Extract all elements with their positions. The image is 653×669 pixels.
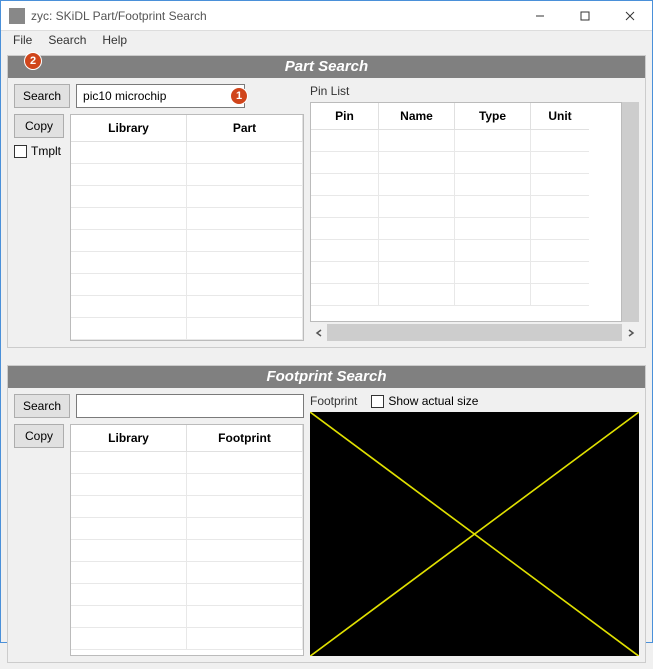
pin-col-unit[interactable]: Unit — [531, 103, 589, 130]
footprint-search-panel: Footprint Search Search Copy Library — [7, 365, 646, 663]
footprint-left-column: Search Copy Library Footprint — [14, 394, 304, 656]
part-col-library[interactable]: Library — [71, 115, 187, 142]
footprint-search-button[interactable]: Search — [14, 394, 70, 418]
titlebar: zyc: SKiDL Part/Footprint Search — [1, 1, 652, 31]
part-search-input[interactable] — [76, 84, 245, 108]
pin-col-type[interactable]: Type — [455, 103, 531, 130]
footprint-copy-button[interactable]: Copy — [14, 424, 64, 448]
part-col-part[interactable]: Part — [187, 115, 303, 142]
part-left-column: Search 1 Copy Tmplt — [14, 84, 304, 341]
part-search-panel: 2 Part Search Search 1 Copy — [7, 55, 646, 348]
menu-file[interactable]: File — [5, 31, 40, 49]
part-search-header: Part Search — [8, 56, 645, 78]
pin-col-pin[interactable]: Pin — [311, 103, 379, 130]
show-actual-checkbox[interactable] — [371, 395, 384, 408]
panel-splitter[interactable] — [7, 354, 646, 359]
part-search-button[interactable]: Search — [14, 84, 70, 108]
footprint-right-column: Footprint Show actual size — [310, 394, 639, 656]
footprint-col-footprint[interactable]: Footprint — [187, 425, 303, 452]
menu-search[interactable]: Search — [40, 31, 94, 49]
scroll-left-icon[interactable] — [310, 324, 327, 341]
maximize-button[interactable] — [562, 1, 607, 30]
window-title: zyc: SKiDL Part/Footprint Search — [31, 9, 517, 23]
footprint-placeholder-icon — [310, 412, 639, 656]
menubar: File Search Help — [1, 31, 652, 49]
show-actual-checkbox-row[interactable]: Show actual size — [371, 394, 478, 408]
close-button[interactable] — [607, 1, 652, 30]
tmplt-checkbox-row[interactable]: Tmplt — [14, 144, 64, 158]
callout-badge-1: 1 — [230, 87, 248, 105]
pin-list-table[interactable]: Pin Name Type Unit — [310, 102, 622, 322]
app-window: zyc: SKiDL Part/Footprint Search File Se… — [0, 0, 653, 643]
pin-horizontal-scrollbar[interactable] — [310, 324, 639, 341]
menu-help[interactable]: Help — [94, 31, 135, 49]
pin-col-name[interactable]: Name — [379, 103, 455, 130]
footprint-col-library[interactable]: Library — [71, 425, 187, 452]
pin-vertical-scrollbar[interactable] — [622, 102, 639, 322]
footprint-search-input[interactable] — [76, 394, 304, 418]
app-icon — [9, 8, 25, 24]
footprint-results-table[interactable]: Library Footprint — [70, 424, 304, 656]
scroll-right-icon[interactable] — [622, 324, 639, 341]
tmplt-label: Tmplt — [31, 144, 61, 158]
minimize-icon — [535, 11, 545, 21]
footprint-search-header: Footprint Search — [8, 366, 645, 388]
footprint-preview — [310, 412, 639, 656]
part-copy-button[interactable]: Copy — [14, 114, 64, 138]
maximize-icon — [580, 11, 590, 21]
callout-badge-2: 2 — [24, 52, 42, 70]
footprint-preview-label: Footprint — [310, 394, 357, 408]
tmplt-checkbox[interactable] — [14, 145, 27, 158]
scroll-track[interactable] — [327, 324, 622, 341]
minimize-button[interactable] — [517, 1, 562, 30]
part-results-table[interactable]: Library Part — [70, 114, 304, 341]
part-right-column: Pin List Pin Name Type Unit — [310, 84, 639, 341]
show-actual-label: Show actual size — [388, 394, 478, 408]
pin-list-label: Pin List — [310, 84, 639, 98]
close-icon — [625, 11, 635, 21]
